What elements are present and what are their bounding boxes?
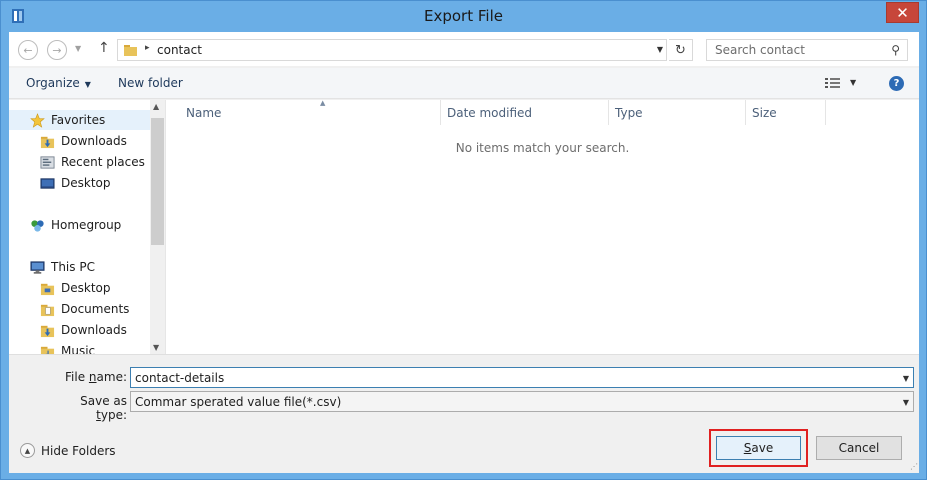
column-label: Date modified — [447, 106, 533, 120]
search-input[interactable]: Search contact ⚲ — [706, 39, 908, 61]
nav-scrollbar[interactable]: ▲ ▼ — [150, 100, 165, 354]
desktop-icon — [40, 177, 55, 189]
downloads-folder-icon — [40, 136, 55, 148]
search-icon[interactable]: ⚲ — [891, 43, 900, 57]
recent-locations-dropdown[interactable]: ▼ — [75, 44, 81, 53]
music-folder-icon — [40, 346, 55, 354]
empty-message: No items match your search. — [455, 141, 630, 155]
breadcrumb-contact[interactable]: contact — [157, 43, 202, 57]
nav-item-downloads[interactable]: Downloads — [39, 131, 127, 151]
file-name-value: contact-details — [135, 371, 225, 385]
recent-places-icon — [40, 155, 55, 169]
view-details-icon[interactable] — [825, 77, 840, 90]
close-button[interactable]: ✕ — [886, 2, 919, 23]
nav-item-pc-downloads[interactable]: Downloads — [39, 320, 127, 340]
homegroup-icon — [31, 219, 44, 232]
chevron-down-icon[interactable]: ▼ — [903, 374, 909, 383]
file-name-label: File name: — [65, 370, 127, 384]
chevron-up-icon[interactable]: ▲ — [153, 102, 159, 111]
forward-button[interactable]: → — [47, 40, 67, 60]
organize-label: Organize — [26, 76, 80, 90]
up-button[interactable]: ↑ — [98, 40, 110, 56]
nav-label: Downloads — [61, 134, 127, 148]
nav-item-desktop[interactable]: Desktop — [39, 173, 111, 193]
refresh-button[interactable]: ↻ — [669, 39, 693, 61]
help-icon: ? — [893, 78, 900, 89]
chevron-down-icon[interactable]: ▼ — [903, 398, 909, 407]
nav-scrollbar-thumb[interactable] — [151, 118, 164, 245]
address-dropdown-icon[interactable]: ▼ — [657, 45, 663, 54]
nav-label: Homegroup — [51, 218, 122, 232]
column-header-name[interactable]: Name ▲ — [180, 99, 441, 125]
chevron-down-icon: ▼ — [75, 44, 82, 53]
save-as-type-select[interactable]: Commar sperated value file(*.csv) ▼ — [130, 391, 914, 412]
nav-label: Favorites — [51, 113, 106, 127]
documents-folder-icon — [40, 304, 55, 316]
save-button[interactable]: Save — [716, 436, 801, 460]
address-row: ← → ▼ ↑ ▸ contact ▼ ↻ Search contact ⚲ — [9, 32, 919, 67]
chevron-up-icon: ▲ — [20, 443, 35, 458]
star-icon — [30, 112, 45, 128]
breadcrumb-separator-icon: ▸ — [145, 43, 150, 53]
nav-label: Documents — [61, 302, 130, 316]
close-icon: ✕ — [896, 3, 909, 22]
nav-item-music[interactable]: Music — [39, 341, 95, 354]
window-title: Export File — [424, 7, 503, 25]
computer-icon — [30, 260, 45, 274]
search-placeholder: Search contact — [715, 43, 805, 57]
resize-grip-icon[interactable]: ⋰ — [910, 462, 918, 471]
hide-folders-label: Hide Folders — [41, 443, 116, 458]
nav-label: Music — [61, 344, 96, 354]
help-button[interactable]: ? — [889, 76, 904, 91]
column-header-type[interactable]: Type — [609, 100, 746, 125]
nav-item-homegroup[interactable]: Homegroup — [29, 215, 121, 235]
column-header-size[interactable]: Size — [746, 100, 826, 125]
save-as-type-value: Commar sperated value file(*.csv) — [135, 395, 342, 409]
column-header-date-modified[interactable]: Date modified — [441, 100, 609, 125]
nav-label: This PC — [51, 260, 95, 274]
chevron-down-icon: ▼ — [84, 80, 91, 89]
organize-menu[interactable]: Organize ▼ — [26, 76, 91, 90]
column-label: Name — [186, 106, 222, 120]
nav-label: Desktop — [61, 176, 111, 190]
view-options-dropdown[interactable]: ▼ — [850, 78, 856, 87]
refresh-icon: ↻ — [675, 42, 686, 58]
address-bar[interactable]: ▸ contact ▼ — [117, 39, 667, 61]
cancel-button[interactable]: Cancel — [816, 436, 902, 460]
file-name-input[interactable]: contact-details ▼ — [130, 367, 914, 388]
file-list[interactable]: Name ▲ Date modified Type Size No items … — [166, 99, 919, 354]
nav-label: Desktop — [61, 281, 111, 295]
column-label: Type — [615, 106, 643, 120]
arrow-right-icon: → — [52, 43, 62, 57]
chevron-down-icon[interactable]: ▼ — [153, 343, 159, 352]
nav-label: Recent places — [61, 155, 145, 169]
back-button[interactable]: ← — [18, 40, 38, 60]
folder-icon — [124, 45, 137, 56]
save-as-type-label: Save as type: — [80, 394, 127, 422]
nav-item-pc-desktop[interactable]: Desktop — [39, 278, 111, 298]
new-folder-button[interactable]: New folder — [118, 76, 183, 90]
navigation-pane: Favorites Downloads Recent places Deskto… — [9, 100, 166, 354]
sort-ascending-icon: ▲ — [320, 99, 326, 107]
folder-icon — [40, 283, 55, 295]
export-file-dialog: Export File ✕ ← → ▼ ↑ ▸ contact ▼ ↻ Sear… — [0, 0, 927, 480]
nav-label: Downloads — [61, 323, 127, 337]
hide-folders-button[interactable]: ▲ Hide Folders — [20, 443, 116, 458]
nav-item-recent-places[interactable]: Recent places — [39, 152, 145, 172]
command-toolbar: Organize ▼ New folder ▼ ? — [9, 68, 919, 99]
save-form: File name: contact-details ▼ Save as typ… — [9, 354, 919, 473]
dialog-body: ← → ▼ ↑ ▸ contact ▼ ↻ Search contact ⚲ O… — [9, 32, 919, 473]
title-bar[interactable]: Export File ✕ — [1, 1, 926, 32]
nav-item-this-pc[interactable]: This PC — [29, 257, 95, 277]
nav-item-documents[interactable]: Documents — [39, 299, 129, 319]
arrow-up-icon: ↑ — [98, 40, 110, 56]
nav-item-favorites[interactable]: Favorites — [9, 110, 150, 130]
downloads-folder-icon — [40, 325, 55, 337]
arrow-left-icon: ← — [23, 43, 33, 57]
column-label: Size — [752, 106, 777, 120]
